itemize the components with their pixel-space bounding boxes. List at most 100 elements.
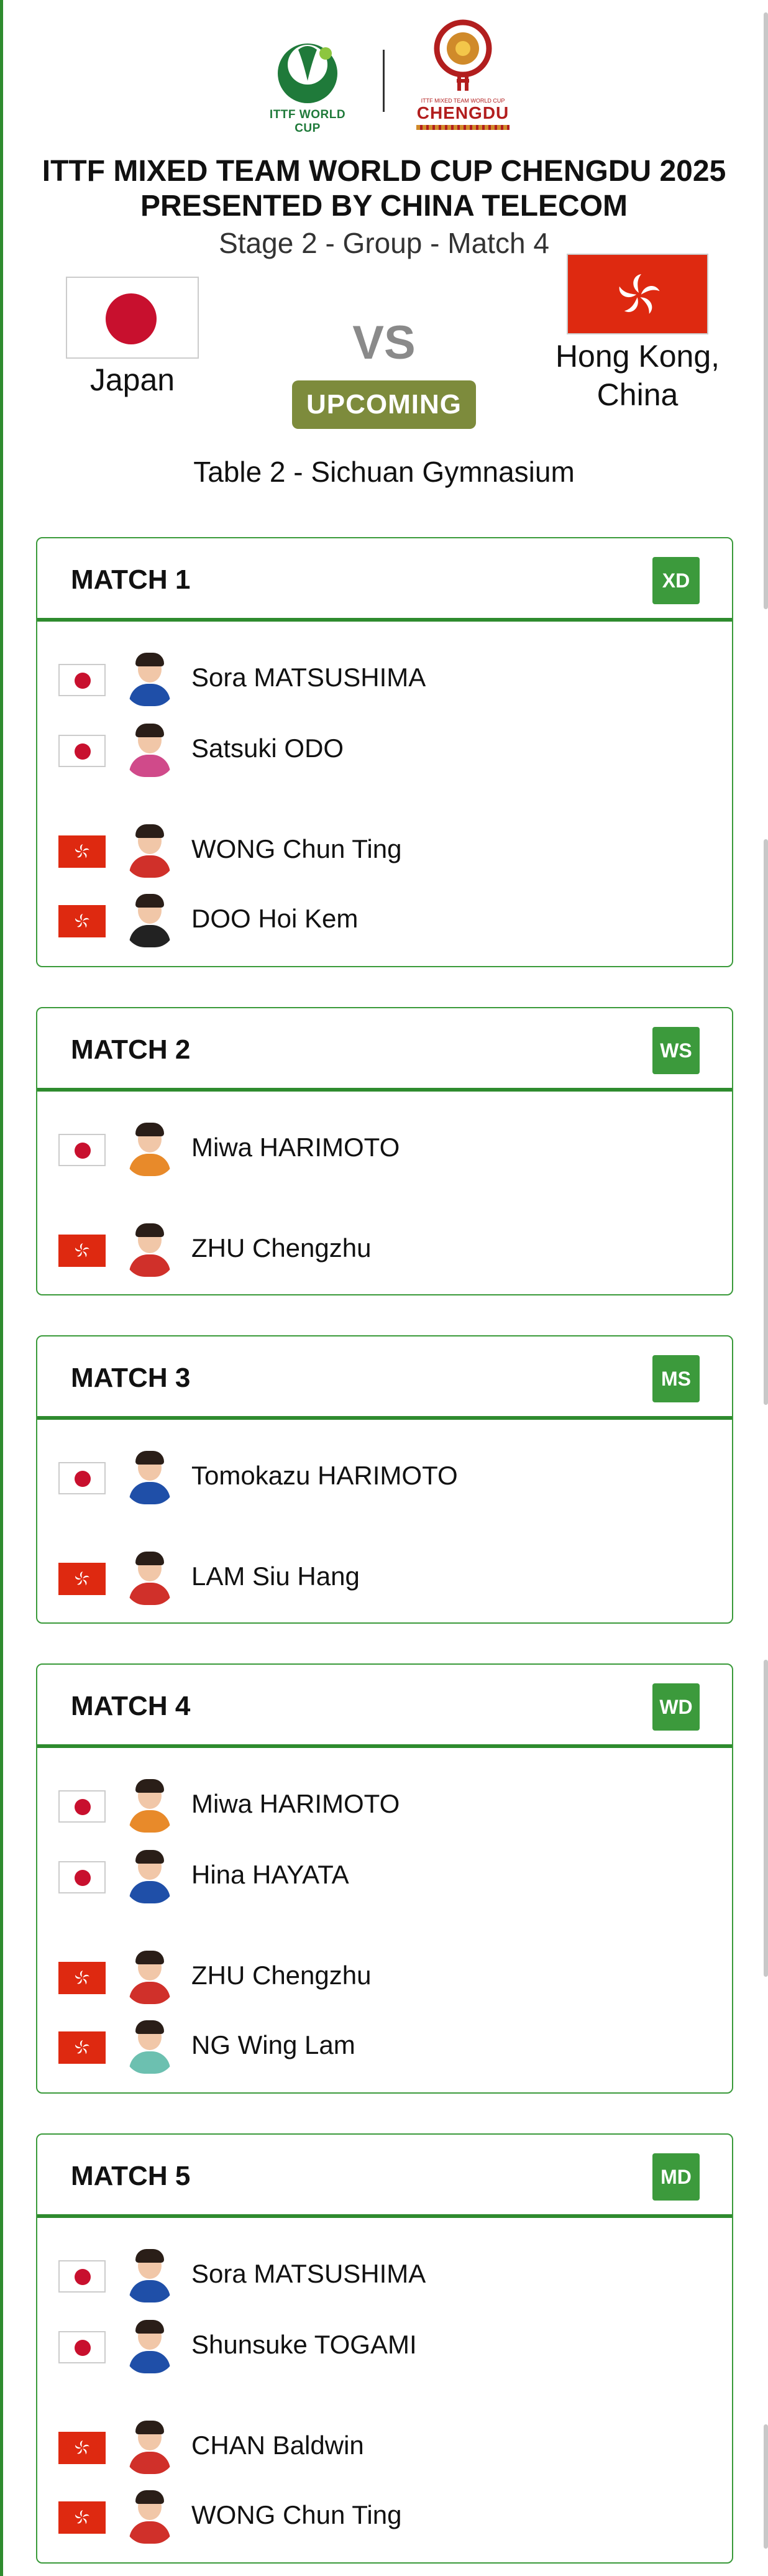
hong-kong-flag-icon xyxy=(58,1235,106,1267)
player-avatar-icon xyxy=(124,1847,175,1903)
event-title: ITTF MIXED TEAM WORLD CUP CHENGDU 2025 P… xyxy=(0,154,768,224)
japan-flag-icon xyxy=(66,277,199,359)
match-title: MATCH 2 xyxy=(71,1034,191,1065)
player-avatar-icon xyxy=(124,1448,175,1504)
japan-flag-icon xyxy=(58,1790,106,1823)
match-type-badge: WD xyxy=(652,1683,700,1731)
match-type-badge: MD xyxy=(652,2153,700,2201)
player-row[interactable]: WONG Chun Ting xyxy=(58,2488,680,2544)
chengdu-logo: ITTF MIXED TEAM WORLD CUP CHENGDU xyxy=(410,19,516,143)
player-row[interactable]: Miwa HARIMOTO xyxy=(58,1777,680,1833)
away-team-name-line1: Hong Kong, xyxy=(555,339,720,374)
player-avatar-icon xyxy=(124,1777,175,1833)
player-name[interactable]: CHAN Baldwin xyxy=(191,2431,364,2460)
hong-kong-flag-icon xyxy=(567,254,708,334)
player-name[interactable]: ZHU Chengzhu xyxy=(191,1961,371,1990)
chengdu-emblem-icon xyxy=(434,19,492,91)
match-card-header: MATCH 3 MS xyxy=(37,1336,732,1420)
player-name[interactable]: WONG Chun Ting xyxy=(191,2500,401,2530)
player-name[interactable]: Tomokazu HARIMOTO xyxy=(191,1461,458,1491)
player-avatar-icon xyxy=(124,1221,175,1277)
player-row[interactable]: Sora MATSUSHIMA xyxy=(58,2247,680,2302)
ittf-logo-label: ITTF WORLD CUP xyxy=(269,108,346,135)
player-row[interactable]: LAM Siu Hang xyxy=(58,1549,680,1605)
match-status-badge: UPCOMING xyxy=(292,380,476,429)
japan-flag-icon xyxy=(58,735,106,767)
player-row[interactable]: Hina HAYATA xyxy=(58,1847,680,1903)
away-team-name-line2: China xyxy=(597,377,679,412)
player-row[interactable]: Miwa HARIMOTO xyxy=(58,1120,680,1176)
player-name[interactable]: WONG Chun Ting xyxy=(191,834,401,864)
player-row[interactable]: Satsuki ODO xyxy=(58,721,680,777)
event-title-line1: ITTF MIXED TEAM WORLD CUP CHENGDU 2025 xyxy=(42,155,726,188)
player-row[interactable]: ZHU Chengzhu xyxy=(58,1221,680,1277)
match-type-badge: MS xyxy=(652,1355,700,1402)
home-team-name[interactable]: Japan xyxy=(37,362,227,398)
player-row[interactable]: Shunsuke TOGAMI xyxy=(58,2317,680,2373)
player-avatar-icon xyxy=(124,822,175,878)
match-title: MATCH 5 xyxy=(71,2161,191,2191)
player-name[interactable]: NG Wing Lam xyxy=(191,2030,355,2060)
hong-kong-flag-icon xyxy=(58,835,106,868)
player-row[interactable]: NG Wing Lam xyxy=(58,2018,680,2074)
player-avatar-icon xyxy=(124,2018,175,2074)
player-row[interactable]: Sora MATSUSHIMA xyxy=(58,650,680,706)
hong-kong-flag-icon xyxy=(58,2501,106,2534)
player-row[interactable]: DOO Hoi Kem xyxy=(58,891,680,947)
japan-flag-icon xyxy=(58,2260,106,2293)
scrollbar-track-segment xyxy=(764,2424,768,2549)
hong-kong-flag-icon xyxy=(58,905,106,937)
match-card[interactable]: MATCH 5 MD Sora MATSUSHIMA Shunsuke TOGAMI C… xyxy=(36,2133,733,2564)
japan-flag-icon xyxy=(58,1861,106,1893)
player-name[interactable]: Satsuki ODO xyxy=(191,734,344,763)
venue-label: Table 2 - Sichuan Gymnasium xyxy=(193,456,575,488)
logo-divider xyxy=(383,50,385,112)
player-name[interactable]: Sora MATSUSHIMA xyxy=(191,663,426,692)
match-card[interactable]: MATCH 1 XD Sora MATSUSHIMA Satsuki ODO WONG … xyxy=(36,537,733,967)
player-avatar-icon xyxy=(124,2418,175,2474)
player-name[interactable]: ZHU Chengzhu xyxy=(191,1233,371,1263)
chengdu-logo-label: CHENGDU xyxy=(416,103,510,122)
match-card-header: MATCH 1 XD xyxy=(37,538,732,622)
header-logos: ITTF WORLD CUP ITTF MIXED TEAM WORLD CUP… xyxy=(0,19,768,143)
page-left-accent xyxy=(0,0,3,2576)
player-name[interactable]: Shunsuke TOGAMI xyxy=(191,2330,417,2360)
match-type-badge: WS xyxy=(652,1027,700,1074)
ittf-logo-icon xyxy=(278,44,337,103)
japan-flag-icon xyxy=(58,2331,106,2363)
player-name[interactable]: Hina HAYATA xyxy=(191,1860,349,1890)
match-title: MATCH 4 xyxy=(71,1691,191,1721)
player-avatar-icon xyxy=(124,1120,175,1176)
japan-flag-icon xyxy=(58,1462,106,1494)
player-name[interactable]: Miwa HARIMOTO xyxy=(191,1789,400,1819)
player-name[interactable]: Miwa HARIMOTO xyxy=(191,1133,400,1162)
player-row[interactable]: WONG Chun Ting xyxy=(58,822,680,878)
hong-kong-flag-icon xyxy=(58,1962,106,1994)
event-title-line2: PRESENTED BY CHINA TELECOM xyxy=(140,190,628,223)
scrollbar-track-segment xyxy=(764,1660,768,1977)
player-name[interactable]: DOO Hoi Kem xyxy=(191,904,358,934)
match-card[interactable]: MATCH 3 MS Tomokazu HARIMOTO LAM Siu Hang xyxy=(36,1335,733,1624)
match-card[interactable]: MATCH 2 WS Miwa HARIMOTO ZHU Chengzhu xyxy=(36,1007,733,1295)
player-avatar-icon xyxy=(124,650,175,706)
player-avatar-icon xyxy=(124,1948,175,2004)
match-title: MATCH 1 xyxy=(71,564,191,595)
player-name[interactable]: Sora MATSUSHIMA xyxy=(191,2259,426,2289)
player-avatar-icon xyxy=(124,891,175,947)
match-title: MATCH 3 xyxy=(71,1363,191,1393)
player-name[interactable]: LAM Siu Hang xyxy=(191,1562,360,1591)
player-avatar-icon xyxy=(124,2317,175,2373)
away-team-name[interactable]: Hong Kong, China xyxy=(534,337,741,414)
ittf-world-cup-logo: ITTF WORLD CUP xyxy=(261,37,354,143)
match-card[interactable]: MATCH 4 WD Miwa HARIMOTO Hina HAYATA ZHU Che… xyxy=(36,1663,733,2094)
hong-kong-flag-icon xyxy=(58,2031,106,2064)
player-avatar-icon xyxy=(124,721,175,777)
player-avatar-icon xyxy=(124,2488,175,2544)
scrollbar-track-segment xyxy=(764,839,768,1405)
match-type-badge: XD xyxy=(652,557,700,604)
japan-flag-icon xyxy=(58,664,106,696)
player-row[interactable]: ZHU Chengzhu xyxy=(58,1948,680,2004)
player-row[interactable]: CHAN Baldwin xyxy=(58,2418,680,2474)
japan-flag-icon xyxy=(58,1134,106,1166)
player-row[interactable]: Tomokazu HARIMOTO xyxy=(58,1448,680,1504)
